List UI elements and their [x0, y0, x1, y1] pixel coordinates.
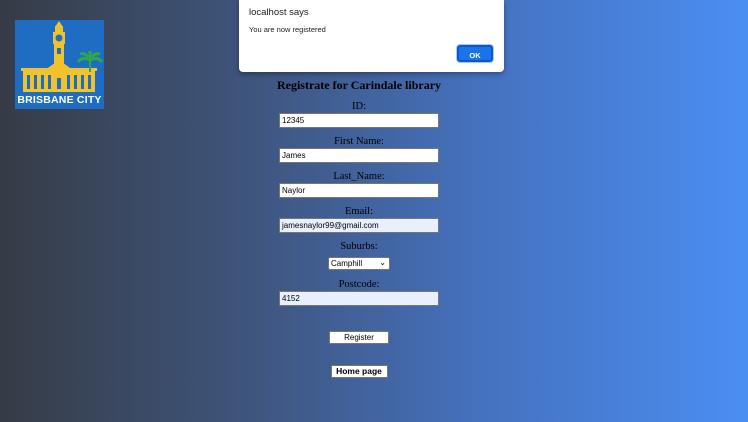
- first-name-label: First Name:: [334, 136, 384, 147]
- logo-text: BRISBANE CITY: [17, 94, 102, 106]
- register-button[interactable]: Register: [329, 331, 389, 344]
- dialog-title: localhost says: [249, 7, 309, 18]
- brisbane-city-logo: BRISBANE CITY: [15, 20, 104, 109]
- dialog-ok-button[interactable]: OK: [457, 45, 493, 62]
- postcode-label: Postcode:: [338, 279, 380, 290]
- home-page-button[interactable]: Home page: [330, 365, 388, 378]
- chevron-down-icon: ⌄: [379, 258, 386, 267]
- last-name-label: Last_Name:: [333, 171, 385, 182]
- dialog-message: You are now registered: [249, 25, 326, 34]
- suburbs-select[interactable]: Camphill ⌄: [328, 257, 390, 270]
- registration-form: Registrate for Carindale library ID: 123…: [230, 75, 488, 379]
- form-title: Registrate for Carindale library: [276, 78, 442, 92]
- id-label: ID:: [352, 101, 366, 112]
- alert-dialog: localhost says You are now registered OK: [239, 0, 504, 72]
- suburbs-selected-value: Camphill: [331, 259, 363, 268]
- email-label: Email:: [345, 206, 373, 217]
- first-name-input[interactable]: James: [279, 148, 439, 163]
- postcode-input[interactable]: 4152: [279, 291, 439, 306]
- id-input[interactable]: 12345: [279, 113, 439, 128]
- suburbs-label: Suburbs:: [340, 241, 378, 252]
- email-input[interactable]: jamesnaylor99@gmail.com: [279, 218, 439, 233]
- last-name-input[interactable]: Naylor: [279, 183, 439, 198]
